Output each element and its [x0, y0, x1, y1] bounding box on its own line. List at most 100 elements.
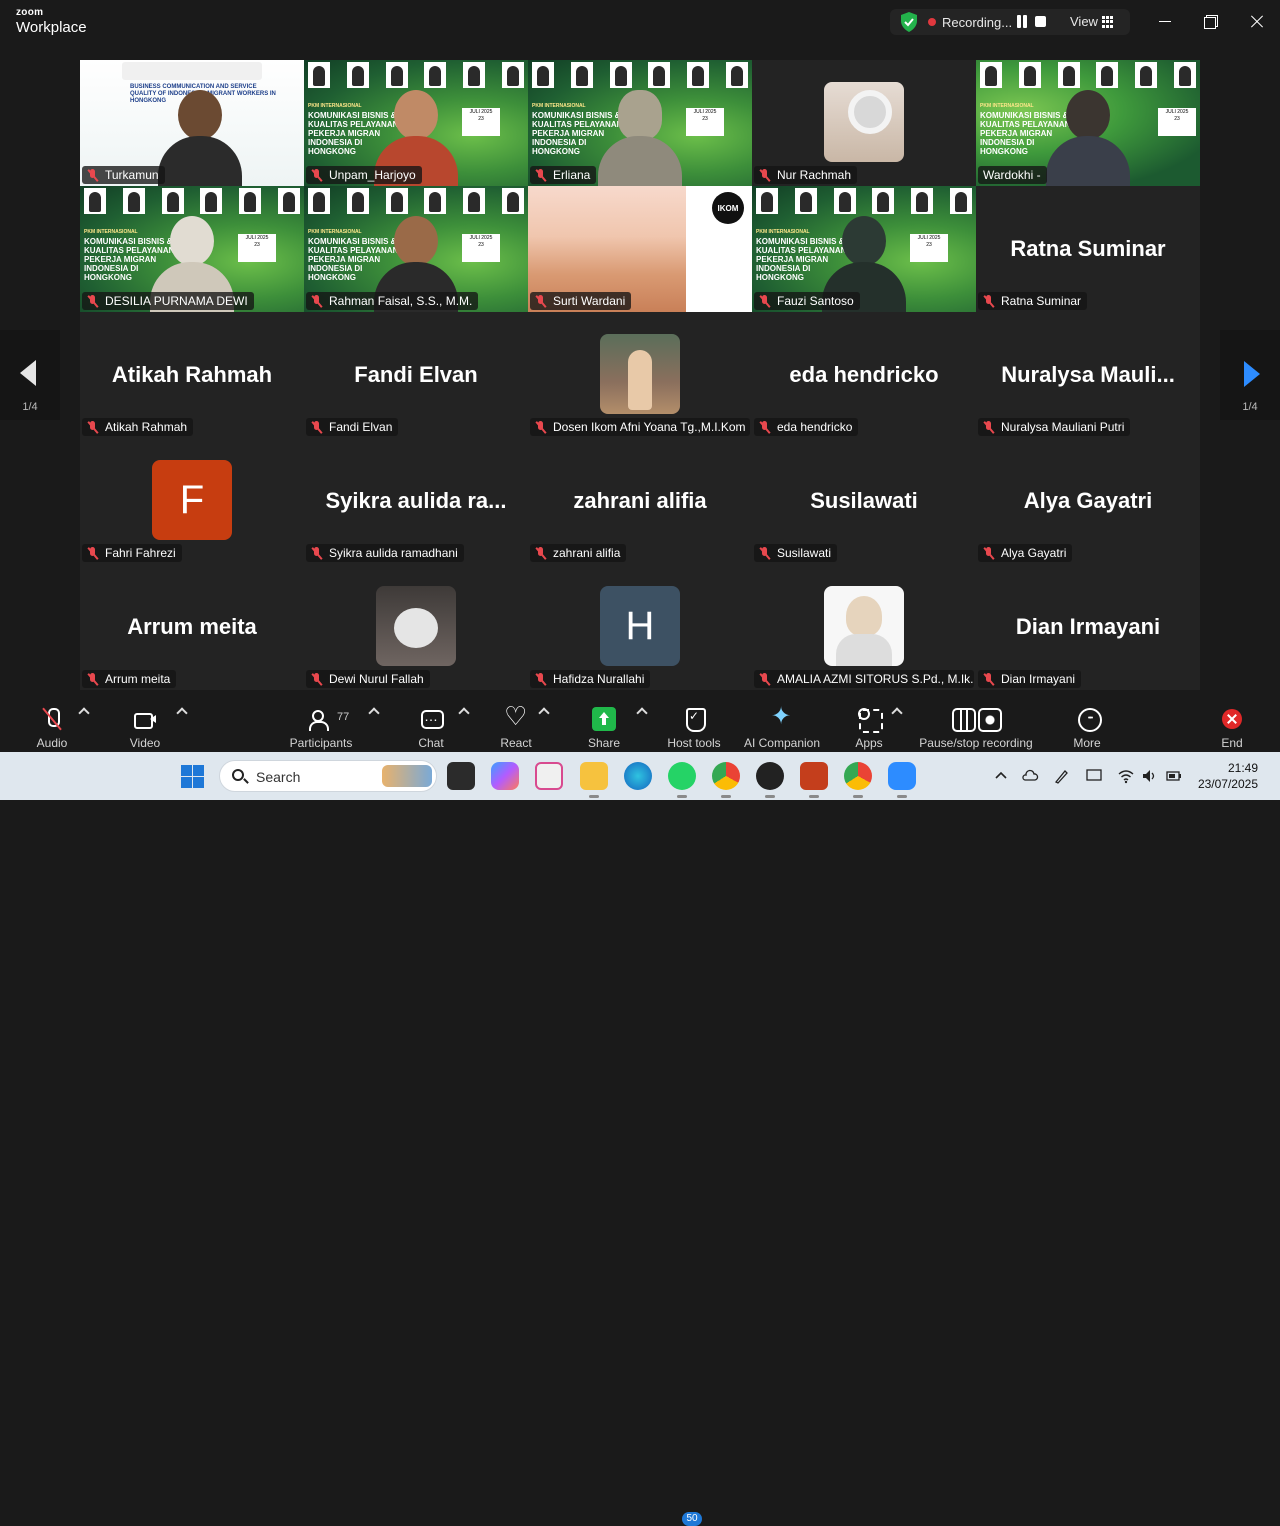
windows-start-icon[interactable]: [181, 765, 204, 788]
share-options-caret-icon[interactable]: [636, 707, 648, 719]
participant-tile-active-speaker[interactable]: PKM INTERNASIONAL KOMUNIKASI BISNIS & KUA…: [976, 60, 1200, 186]
participant-tile[interactable]: Dian Irmayani Dian Irmayani: [976, 564, 1200, 690]
onedrive-cloud-icon[interactable]: [1021, 767, 1039, 785]
participant-tile[interactable]: H Hafidza Nurallahi: [528, 564, 752, 690]
participant-tile[interactable]: eda hendricko eda hendricko: [752, 312, 976, 438]
stop-recording-icon[interactable]: [1035, 16, 1046, 27]
apps-options-caret-icon[interactable]: [891, 707, 903, 719]
wifi-icon[interactable]: [1117, 767, 1135, 785]
participant-tile[interactable]: Syikra aulida ra... Syikra aulida ramadh…: [304, 438, 528, 564]
restore-window-button[interactable]: [1198, 10, 1222, 34]
participant-tile[interactable]: Dewi Nurul Fallah: [304, 564, 528, 690]
participant-tile[interactable]: Susilawati Susilawati: [752, 438, 976, 564]
edge-browser-icon[interactable]: [624, 762, 652, 790]
audio-button[interactable]: Audio: [22, 701, 82, 750]
task-view-icon[interactable]: [447, 762, 475, 790]
search-highlight-icon: [382, 765, 432, 787]
participant-tile[interactable]: zahrani alifia zahrani alifia: [528, 438, 752, 564]
apps-button[interactable]: Apps: [849, 701, 889, 750]
ai-companion-sparkle-icon: [770, 705, 794, 731]
heart-icon: [504, 703, 528, 731]
participant-tile[interactable]: Ratna Suminar Ratna Suminar: [976, 186, 1200, 312]
mic-muted-icon: [311, 295, 323, 307]
share-button[interactable]: Share: [579, 701, 629, 750]
participants-options-caret-icon[interactable]: [368, 707, 380, 719]
host-tools-button[interactable]: Host tools: [660, 701, 728, 750]
participant-tile[interactable]: Alya Gayatri Alya Gayatri: [976, 438, 1200, 564]
next-page-button[interactable]: 1/4: [1220, 330, 1280, 420]
pen-input-icon[interactable]: [1053, 767, 1071, 785]
volume-icon[interactable]: [1141, 767, 1159, 785]
mic-muted-icon: [535, 421, 547, 433]
participant-avatar: [824, 82, 904, 162]
mic-muted-icon: [311, 547, 323, 559]
snipping-tool-icon[interactable]: [535, 762, 563, 790]
participant-name-label: Dosen Ikom Afni Yoana Tg.,M.I.Kom: [530, 418, 750, 436]
react-button[interactable]: React: [491, 701, 541, 750]
battery-icon[interactable]: [1165, 767, 1183, 785]
pause-stop-recording-button[interactable]: Pause/stop recording: [913, 701, 1039, 750]
participant-tile[interactable]: PKM INTERNASIONAL KOMUNIKASI BISNIS & KUA…: [304, 186, 528, 312]
host-tools-shield-icon: [682, 707, 706, 732]
chrome-icon[interactable]: [712, 762, 740, 798]
participant-tile[interactable]: PKM INTERNASIONAL KOMUNIKASI BISNIS & KUA…: [304, 60, 528, 186]
chat-button[interactable]: Chat: [406, 701, 456, 750]
participants-count: 77: [337, 711, 350, 723]
mic-muted-icon: [759, 169, 771, 181]
media-player-icon[interactable]: [756, 762, 784, 798]
powerpoint-icon[interactable]: [800, 762, 828, 798]
participant-tile[interactable]: Nur Rachmah: [752, 60, 976, 186]
participant-figure: [158, 90, 242, 186]
chat-options-caret-icon[interactable]: [458, 707, 470, 719]
mic-muted-icon: [535, 673, 547, 685]
recording-indicator: Recording... View: [890, 9, 1130, 35]
video-button[interactable]: Video: [115, 701, 175, 750]
end-meeting-button[interactable]: End: [1212, 701, 1252, 750]
display-settings-icon[interactable]: [1085, 767, 1103, 785]
participant-tile[interactable]: PKM INTERNASIONAL KOMUNIKASI BISNIS & KUA…: [80, 186, 304, 312]
participant-tile[interactable]: Arrum meita Arrum meita: [80, 564, 304, 690]
participant-tile[interactable]: IKOM Surti Wardani: [528, 186, 752, 312]
mic-muted-icon: [983, 421, 995, 433]
chat-icon: [419, 707, 444, 731]
system-clock[interactable]: 21:49 23/07/2025: [1198, 760, 1258, 792]
participant-name-label: Fandi Elvan: [306, 418, 399, 436]
previous-page-button[interactable]: 1/4: [0, 330, 60, 420]
copilot-icon[interactable]: [491, 762, 519, 790]
end-meeting-icon: [1222, 709, 1242, 729]
apps-icon: [857, 707, 883, 733]
close-window-button[interactable]: [1245, 10, 1269, 34]
taskbar-search-box[interactable]: Search: [219, 760, 437, 792]
participant-figure: [598, 90, 682, 186]
participant-tile[interactable]: F Fahri Fahrezi: [80, 438, 304, 564]
participant-tile[interactable]: PKM INTERNASIONAL KOMUNIKASI BISNIS & KUA…: [528, 60, 752, 186]
ai-companion-button[interactable]: AI Companion: [739, 701, 825, 750]
participant-tile[interactable]: AMALIA AZMI SITORUS S.Pd., M.Ik...: [752, 564, 976, 690]
video-camera-icon: [133, 707, 157, 731]
show-hidden-icons-chevron-icon[interactable]: [992, 767, 1010, 785]
zoom-app-icon[interactable]: [888, 762, 916, 798]
participant-tile[interactable]: Fandi Elvan Fandi Elvan: [304, 312, 528, 438]
pause-recording-icon[interactable]: [1016, 15, 1028, 28]
video-options-caret-icon[interactable]: [176, 707, 188, 719]
view-button[interactable]: View: [1070, 14, 1098, 29]
participant-name-label: eda hendricko: [754, 418, 859, 436]
chrome-profile-icon[interactable]: [844, 762, 872, 798]
grid-view-icon[interactable]: [1102, 16, 1114, 28]
participant-tile[interactable]: BUSINESS COMMUNICATION AND SERVICE QUALI…: [80, 60, 304, 186]
file-explorer-icon[interactable]: [580, 762, 608, 798]
participants-button[interactable]: 77 Participants: [286, 701, 356, 750]
participant-tile[interactable]: PKM INTERNASIONAL KOMUNIKASI BISNIS & KUA…: [752, 186, 976, 312]
participant-tile[interactable]: Atikah Rahmah Atikah Rahmah: [80, 312, 304, 438]
recording-dot-icon: [928, 18, 936, 26]
more-button[interactable]: More: [1064, 701, 1110, 750]
participant-name-label: Syikra aulida ramadhani: [306, 544, 464, 562]
participant-tile[interactable]: Dosen Ikom Afni Yoana Tg.,M.I.Kom: [528, 312, 752, 438]
encryption-shield-icon[interactable]: [900, 12, 918, 32]
mic-muted-icon: [87, 295, 99, 307]
participant-tile[interactable]: Nuralysa Mauli... Nuralysa Mauliani Putr…: [976, 312, 1200, 438]
participant-avatar: [824, 586, 904, 666]
minimize-window-button[interactable]: [1153, 10, 1177, 34]
whatsapp-icon[interactable]: [668, 762, 696, 798]
participant-display-name: Nuralysa Mauli...: [1001, 362, 1175, 387]
